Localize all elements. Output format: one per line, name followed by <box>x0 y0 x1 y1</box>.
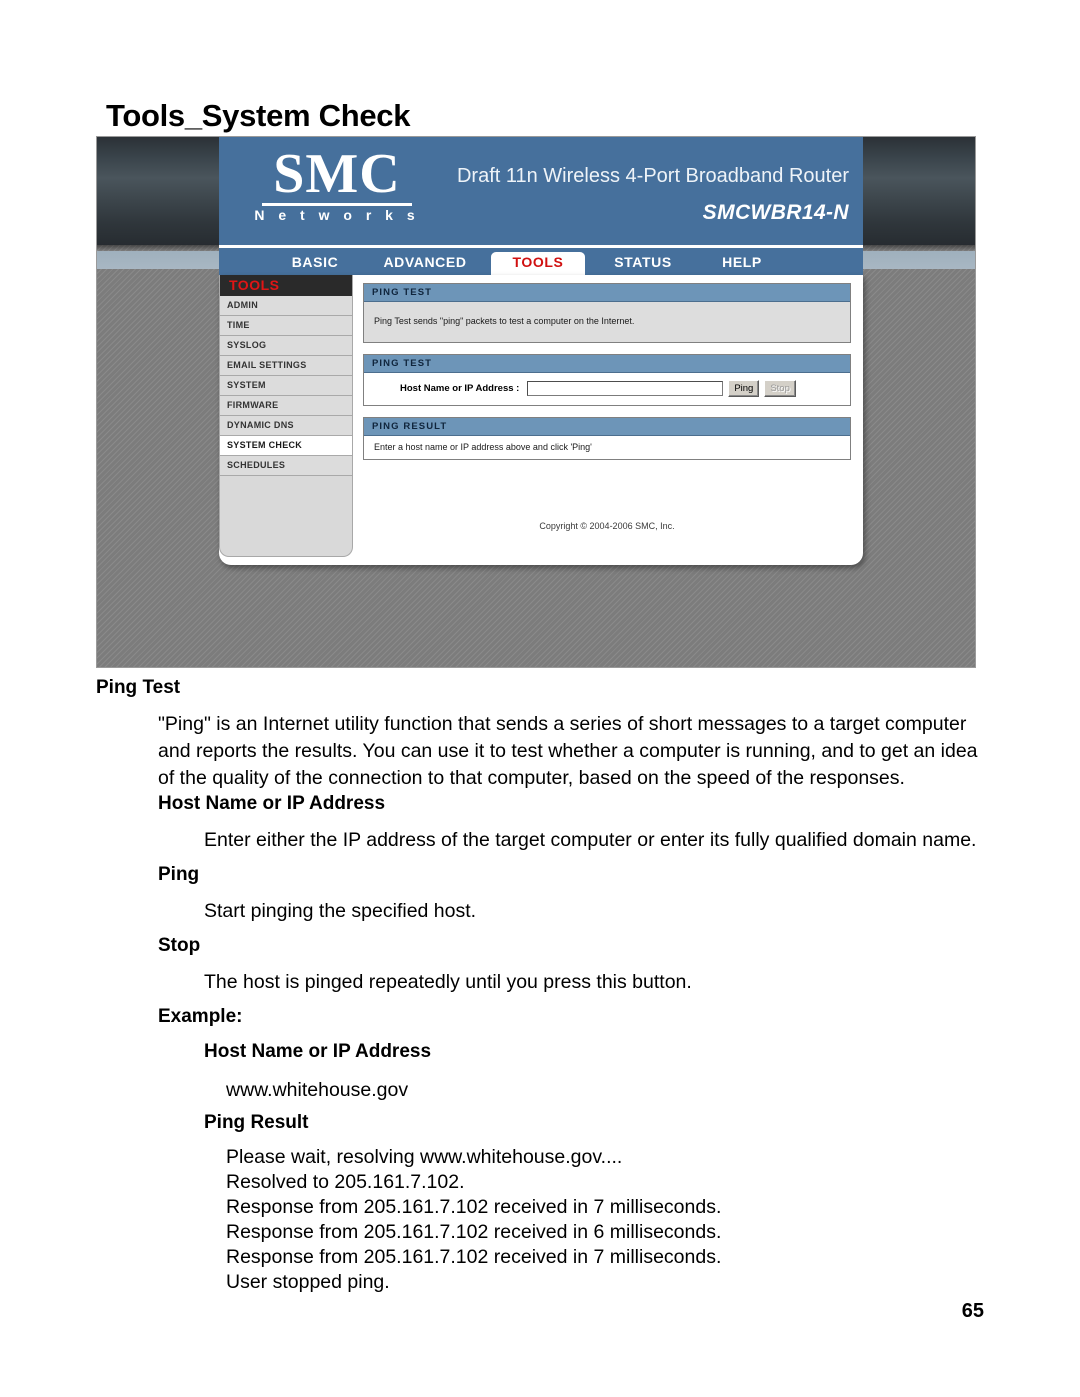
ping-result-title: PING RESULT <box>364 418 850 436</box>
ping-test-form-title: PING TEST <box>364 355 850 373</box>
example-ping-result-output: Please wait, resolving www.whitehouse.go… <box>226 1146 722 1293</box>
model-number: SMCWBR14-N <box>702 201 849 224</box>
ping-button[interactable]: Ping <box>728 380 760 397</box>
host-name-label: Host Name or IP Address : <box>400 383 520 394</box>
heading-ping-test: Ping Test <box>96 677 181 698</box>
router-header: SMC N e t w o r k s Draft 11n Wireless 4… <box>219 137 863 245</box>
smc-logo-text: SMC <box>273 143 401 205</box>
tab-status[interactable]: STATUS <box>595 252 691 275</box>
router-ui-screenshot: SMC N e t w o r k s Draft 11n Wireless 4… <box>96 136 976 668</box>
router-content: PING TEST Ping Test sends "ping" packets… <box>363 283 851 471</box>
smc-logo: SMC N e t w o r k s <box>247 143 427 223</box>
tab-help[interactable]: HELP <box>701 252 783 275</box>
ping-test-info-title: PING TEST <box>364 284 850 302</box>
page-title: Tools_System Check <box>106 98 411 133</box>
sidebar-item-dynamic-dns[interactable]: DYNAMIC DNS <box>220 416 352 436</box>
tab-tools[interactable]: TOOLS <box>491 252 585 275</box>
router-body: TOOLS ADMIN TIME SYSLOG EMAIL SETTINGS S… <box>219 275 863 565</box>
sidebar-title: TOOLS <box>220 275 352 296</box>
paragraph-ping: Start pinging the specified host. <box>204 900 477 922</box>
sidebar-item-system-check[interactable]: SYSTEM CHECK <box>220 436 352 456</box>
heading-example-host-name: Host Name or IP Address <box>204 1041 432 1062</box>
heading-example-ping-result: Ping Result <box>204 1112 309 1133</box>
sidebar-item-system[interactable]: SYSTEM <box>220 376 352 396</box>
page-number: 65 <box>961 1300 984 1322</box>
tab-basic[interactable]: BASIC <box>269 252 361 275</box>
heading-example: Example: <box>158 1006 243 1027</box>
sidebar-item-admin[interactable]: ADMIN <box>220 296 352 316</box>
ping-test-form-body: Host Name or IP Address : Ping Stop <box>364 373 850 405</box>
product-name: Draft 11n Wireless 4-Port Broadband Rout… <box>456 165 849 187</box>
sidebar-item-time[interactable]: TIME <box>220 316 352 336</box>
example-host-value: www.whitehouse.gov <box>226 1079 409 1101</box>
sidebar-item-firmware[interactable]: FIRMWARE <box>220 396 352 416</box>
heading-ping: Ping <box>158 864 200 885</box>
sidebar-item-syslog[interactable]: SYSLOG <box>220 336 352 356</box>
paragraph-host-name: Enter either the IP address of the targe… <box>204 829 977 851</box>
ping-result-text: Enter a host name or IP address above an… <box>364 436 850 459</box>
stop-button: Stop <box>764 380 796 397</box>
copyright-text: Copyright © 2004-2006 SMC, Inc. <box>539 521 675 531</box>
ping-test-info-panel: PING TEST Ping Test sends "ping" packets… <box>363 283 851 343</box>
tab-advanced[interactable]: ADVANCED <box>367 252 483 275</box>
host-name-input[interactable] <box>527 381 724 396</box>
ping-result-panel: PING RESULT Enter a host name or IP addr… <box>363 417 851 460</box>
heading-host-name: Host Name or IP Address <box>158 793 386 814</box>
paragraph-stop: The host is pinged repeatedly until you … <box>204 971 692 993</box>
heading-stop: Stop <box>158 935 201 956</box>
tools-sidebar: TOOLS ADMIN TIME SYSLOG EMAIL SETTINGS S… <box>219 275 353 557</box>
sidebar-item-schedules[interactable]: SCHEDULES <box>220 456 352 476</box>
paragraph-ping-test: "Ping" is an Internet utility function t… <box>158 713 978 789</box>
router-navbar: BASIC ADVANCED TOOLS STATUS HELP <box>219 248 863 275</box>
smc-networks-text: N e t w o r k s <box>254 207 420 223</box>
ping-test-form-panel: PING TEST Host Name or IP Address : Ping… <box>363 354 851 406</box>
ping-test-info-text: Ping Test sends "ping" packets to test a… <box>364 302 850 342</box>
sidebar-item-email-settings[interactable]: EMAIL SETTINGS <box>220 356 352 376</box>
